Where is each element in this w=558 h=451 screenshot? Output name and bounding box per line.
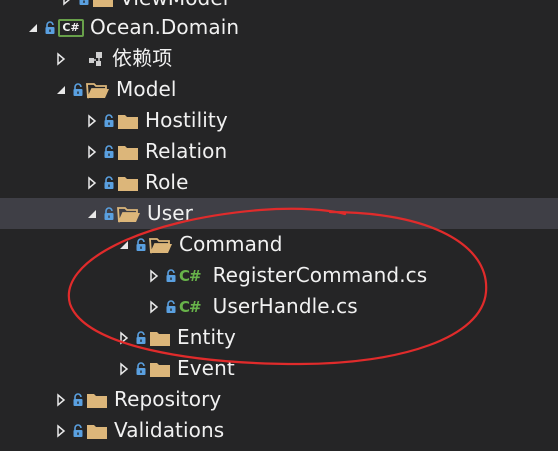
solution-explorer-tree: ViewModel C# Ocean.Domain 依赖项 — [0, 0, 558, 451]
csharp-project-badge: C# — [58, 18, 84, 37]
tree-item-event[interactable]: Event — [0, 353, 558, 384]
tree-item-role[interactable]: Role — [0, 167, 558, 198]
expanded-arrow-icon[interactable] — [113, 229, 135, 260]
tree-item-command[interactable]: Command — [0, 229, 558, 260]
csharp-file-badge: C# — [179, 297, 202, 316]
collapsed-arrow-icon[interactable] — [50, 384, 72, 415]
tree-item-label: Event — [177, 356, 235, 380]
tree-item-label: RegisterCommand.cs — [212, 263, 428, 287]
tree-item-entity[interactable]: Entity — [0, 322, 558, 353]
tree-item-label: Hostility — [145, 108, 228, 132]
lock-icon — [44, 20, 56, 35]
collapsed-arrow-icon[interactable] — [81, 105, 103, 136]
tree-item-hostility[interactable]: Hostility — [0, 105, 558, 136]
tree-item-validations[interactable]: Validations — [0, 415, 558, 446]
csharp-file-icon: C# — [179, 297, 202, 317]
tree-item-label: Ocean.Domain — [90, 15, 240, 39]
expanded-arrow-icon[interactable] — [81, 198, 103, 229]
tree-item-ocean-domain[interactable]: C# Ocean.Domain — [0, 12, 558, 43]
tree-item-dependencies[interactable]: 依赖项 — [0, 43, 558, 74]
folder-open-icon — [149, 235, 173, 255]
tree-item-model[interactable]: Model — [0, 74, 558, 105]
folder-icon — [86, 421, 108, 441]
folder-open-icon — [86, 80, 110, 100]
lock-icon — [165, 299, 177, 314]
tree-item-label: Role — [145, 170, 189, 194]
expanded-arrow-icon[interactable] — [22, 12, 44, 43]
lock-icon — [72, 82, 84, 97]
csharp-file-icon: C# — [179, 266, 202, 286]
tree-item-relation[interactable]: Relation — [0, 136, 558, 167]
csharp-file-badge: C# — [179, 266, 202, 285]
folder-icon — [149, 328, 171, 348]
collapsed-arrow-icon[interactable] — [81, 136, 103, 167]
collapsed-arrow-icon[interactable] — [143, 291, 165, 322]
tree-item-user[interactable]: User — [0, 198, 558, 229]
lock-icon — [78, 0, 90, 6]
tree-item-label: Repository — [114, 387, 222, 411]
tree-item-userhandle-cs[interactable]: C# UserHandle.cs — [0, 291, 558, 322]
lock-icon — [72, 423, 84, 438]
folder-open-icon — [117, 204, 141, 224]
expanded-arrow-icon[interactable] — [50, 74, 72, 105]
collapsed-arrow-icon[interactable] — [113, 322, 135, 353]
tree-item-label: Validations — [114, 418, 225, 442]
lock-icon — [103, 175, 115, 190]
folder-icon — [117, 111, 139, 131]
tree-item-repository[interactable]: Repository — [0, 384, 558, 415]
tree-item-label: Entity — [177, 325, 236, 349]
folder-icon — [117, 142, 139, 162]
dependencies-icon — [86, 49, 106, 69]
tree-item-label: UserHandle.cs — [212, 294, 358, 318]
lock-icon — [135, 330, 147, 345]
tree-item-registercommand-cs[interactable]: C# RegisterCommand.cs — [0, 260, 558, 291]
folder-icon — [92, 0, 114, 9]
collapsed-arrow-icon[interactable] — [113, 353, 135, 384]
lock-icon — [103, 206, 115, 221]
collapsed-arrow-icon[interactable] — [50, 415, 72, 446]
folder-icon — [117, 173, 139, 193]
tree-item-label: Model — [116, 77, 177, 101]
csharp-project-icon: C# — [58, 18, 84, 38]
lock-icon — [135, 361, 147, 376]
lock-icon — [135, 237, 147, 252]
tree-item-label: User — [147, 201, 193, 225]
folder-icon — [149, 359, 171, 379]
tree-item-label: Relation — [145, 139, 228, 163]
collapsed-arrow-icon[interactable] — [143, 260, 165, 291]
lock-icon — [103, 113, 115, 128]
collapsed-arrow-icon[interactable] — [81, 167, 103, 198]
lock-icon — [103, 144, 115, 159]
folder-icon — [86, 390, 108, 410]
collapsed-arrow-icon[interactable] — [50, 43, 72, 74]
lock-icon — [165, 268, 177, 283]
lock-icon — [72, 392, 84, 407]
tree-item-label: Command — [179, 232, 283, 256]
tree-item-label: 依赖项 — [112, 46, 173, 70]
